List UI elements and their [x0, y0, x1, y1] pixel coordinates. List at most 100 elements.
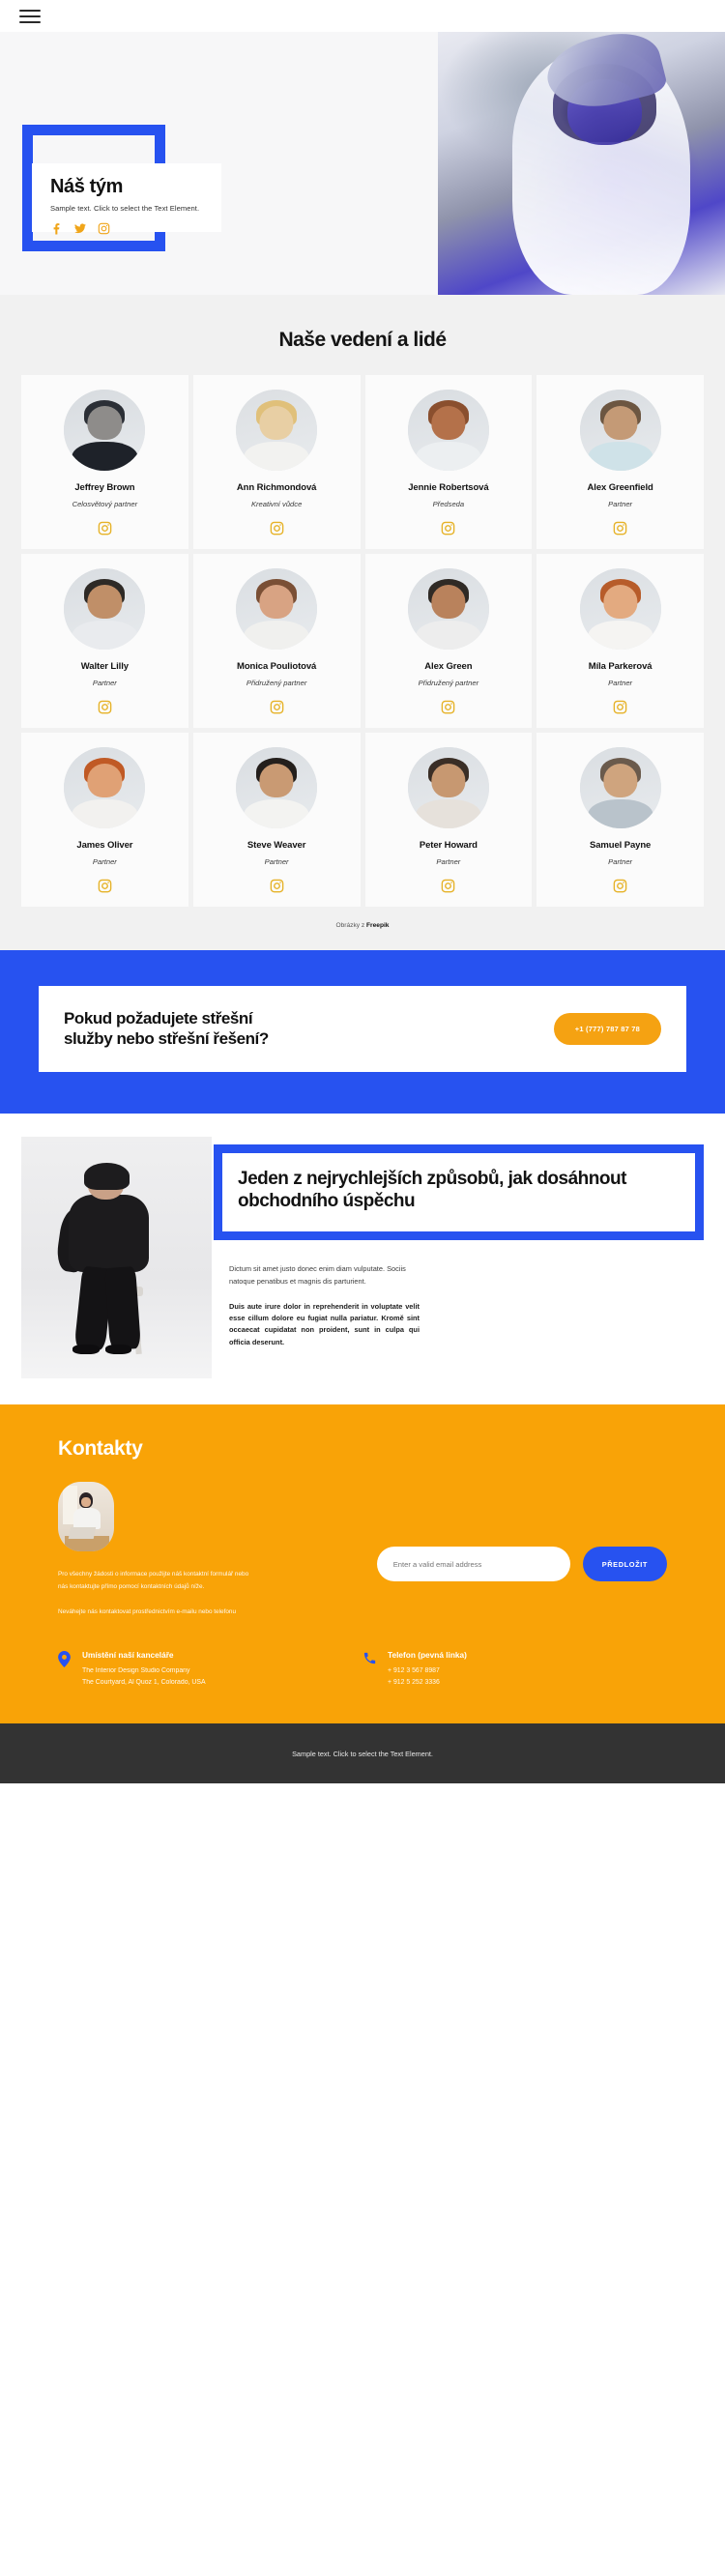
- instagram-icon[interactable]: [199, 879, 355, 893]
- cta-banner: Pokud požadujete střešní služby nebo stř…: [0, 950, 725, 1114]
- cta-heading: Pokud požadujete střešní služby nebo stř…: [64, 1008, 269, 1050]
- hamburger-menu-icon[interactable]: [19, 9, 41, 23]
- instagram-icon[interactable]: [371, 700, 527, 714]
- team-member-name: Jeffrey Brown: [74, 482, 135, 493]
- team-section: Naše vedení a lidé Jeffrey Brown Celosvět…: [0, 295, 725, 950]
- instagram-icon[interactable]: [27, 879, 183, 893]
- image-credit: Obrázky z Freepik: [0, 907, 725, 950]
- team-member-name: Míla Parkerová: [588, 661, 652, 672]
- team-member-card[interactable]: James Oliver Partner: [21, 733, 188, 907]
- facebook-icon[interactable]: [50, 222, 63, 235]
- subscribe-form: PŘEDLOŽIT: [376, 1509, 667, 1619]
- team-member-card[interactable]: Walter Lilly Partner: [21, 554, 188, 728]
- instagram-icon[interactable]: [371, 521, 527, 535]
- contacts-note-2: Neváhejte nás kontaktovat prostřednictví…: [58, 1608, 237, 1616]
- submit-button[interactable]: PŘEDLOŽIT: [582, 1547, 667, 1582]
- phone-block: Telefon (pevná linka) + 912 3 567 8987 +…: [362, 1650, 667, 1689]
- team-member-role: Partner: [264, 857, 289, 866]
- avatar: [407, 568, 489, 650]
- instagram-icon[interactable]: [199, 521, 355, 535]
- avatar: [579, 390, 661, 471]
- phone-icon: [362, 1650, 377, 1689]
- team-member-role: Partner: [608, 500, 633, 508]
- call-phone-button[interactable]: +1 (777) 787 87 78: [553, 1012, 661, 1045]
- team-member-role: Partner: [436, 857, 461, 866]
- feature-section: Jeden z nejrychlejších způsobů, jak dosá…: [0, 1113, 725, 1404]
- avatar: [407, 390, 489, 471]
- credit-source[interactable]: Freepik: [366, 922, 389, 929]
- avatar: [579, 568, 661, 650]
- hero-subtitle: Sample text. Click to select the Text El…: [50, 204, 200, 213]
- cta-heading-line1: Pokud požadujete střešní: [64, 1009, 253, 1028]
- office-title: Umístění naší kanceláře: [82, 1650, 174, 1661]
- burger-line: [19, 9, 41, 12]
- avatar: [64, 568, 146, 650]
- feature-heading-box: Jeden z nejrychlejších způsobů, jak dosá…: [214, 1143, 704, 1241]
- office-line-1: The Interior Design Studio Company: [82, 1667, 190, 1675]
- team-grid: Jeffrey Brown Celosvětový partner Ann Rich…: [0, 375, 725, 907]
- team-member-card[interactable]: Peter Howard Partner: [364, 733, 533, 907]
- phone-line-2[interactable]: + 912 5 252 3336: [388, 1677, 467, 1689]
- team-member-name: Jennie Robertsová: [408, 482, 489, 493]
- hero-text-card: Náš tým Sample text. Click to select the…: [32, 163, 221, 235]
- phone-title: Telefon (pevná linka): [388, 1650, 467, 1661]
- office-line-2: The Courtyard, Al Quoz 1, Colorado, USA: [82, 1679, 206, 1687]
- page-title: Náš tým: [50, 176, 124, 197]
- team-member-card[interactable]: Steve Weaver Partner: [192, 733, 361, 907]
- team-member-role: Kreativní vůdce: [250, 500, 303, 508]
- team-member-name: Ann Richmondová: [236, 482, 317, 493]
- team-member-name: Peter Howard: [419, 840, 478, 851]
- cta-heading-line2: služby nebo střešní řešení?: [64, 1029, 269, 1049]
- team-member-card[interactable]: Alex Green Přidružený partner: [364, 554, 533, 728]
- instagram-icon[interactable]: [542, 879, 698, 893]
- hero-section: Náš tým Sample text. Click to select the…: [0, 32, 725, 295]
- instagram-icon[interactable]: [199, 700, 355, 714]
- feature-paragraph-1: Dictum sit amet justo donec enim diam vu…: [229, 1264, 406, 1286]
- burger-line: [19, 14, 41, 17]
- team-member-role: Partner: [608, 679, 633, 687]
- avatar: [236, 568, 318, 650]
- cta-card: Pokud požadujete střešní služby nebo stř…: [39, 986, 686, 1072]
- instagram-icon[interactable]: [371, 879, 527, 893]
- contacts-title: Kontakty: [58, 1436, 143, 1460]
- team-member-name: Steve Weaver: [246, 840, 306, 851]
- avatar: [236, 390, 318, 471]
- team-member-card[interactable]: Ann Richmondová Kreativní vůdce: [192, 375, 361, 549]
- contacts-avatar: [58, 1481, 114, 1551]
- instagram-icon[interactable]: [27, 521, 183, 535]
- team-member-role: Celosvětový partner: [72, 500, 138, 508]
- team-member-card[interactable]: Jennie Robertsová Předseda: [364, 375, 533, 549]
- team-member-name: Alex Green: [424, 661, 473, 672]
- avatar: [579, 747, 661, 828]
- avatar: [407, 747, 489, 828]
- hero-image: [438, 32, 725, 295]
- feature-heading: Jeden z nejrychlejších způsobů, jak dosá…: [238, 1168, 626, 1211]
- team-member-card[interactable]: Jeffrey Brown Celosvětový partner: [21, 375, 188, 549]
- instagram-icon[interactable]: [542, 521, 698, 535]
- instagram-icon[interactable]: [542, 700, 698, 714]
- phone-line-1[interactable]: + 912 3 567 8987: [388, 1665, 467, 1677]
- footer-text: Sample text. Click to select the Text El…: [292, 1749, 433, 1758]
- team-member-card[interactable]: Alex Greenfield Partner: [536, 375, 704, 549]
- twitter-icon[interactable]: [73, 222, 87, 235]
- team-member-role: Partner: [92, 679, 117, 687]
- team-member-role: Přidružený partner: [418, 679, 479, 687]
- hero-social-links: [50, 222, 221, 235]
- page-root: Náš tým Sample text. Click to select the…: [0, 0, 725, 1784]
- avatar: [236, 747, 318, 828]
- team-member-card[interactable]: Samuel Payne Partner: [536, 733, 704, 907]
- instagram-icon[interactable]: [27, 700, 183, 714]
- instagram-icon[interactable]: [98, 222, 110, 235]
- credit-prefix: Obrázky z: [335, 922, 367, 929]
- avatar: [64, 390, 146, 471]
- team-member-role: Předseda: [432, 500, 465, 508]
- feature-image: [21, 1136, 212, 1378]
- contacts-note-1: Pro všechny žádosti o informace použijte…: [58, 1570, 249, 1590]
- team-member-card[interactable]: Míla Parkerová Partner: [536, 554, 704, 728]
- top-bar: [0, 0, 725, 32]
- team-member-role: Partner: [608, 857, 633, 866]
- team-member-card[interactable]: Monica Pouliotová Přidružený partner: [192, 554, 361, 728]
- burger-line: [19, 20, 41, 23]
- page-footer: Sample text. Click to select the Text El…: [0, 1723, 725, 1784]
- email-input[interactable]: [376, 1547, 570, 1582]
